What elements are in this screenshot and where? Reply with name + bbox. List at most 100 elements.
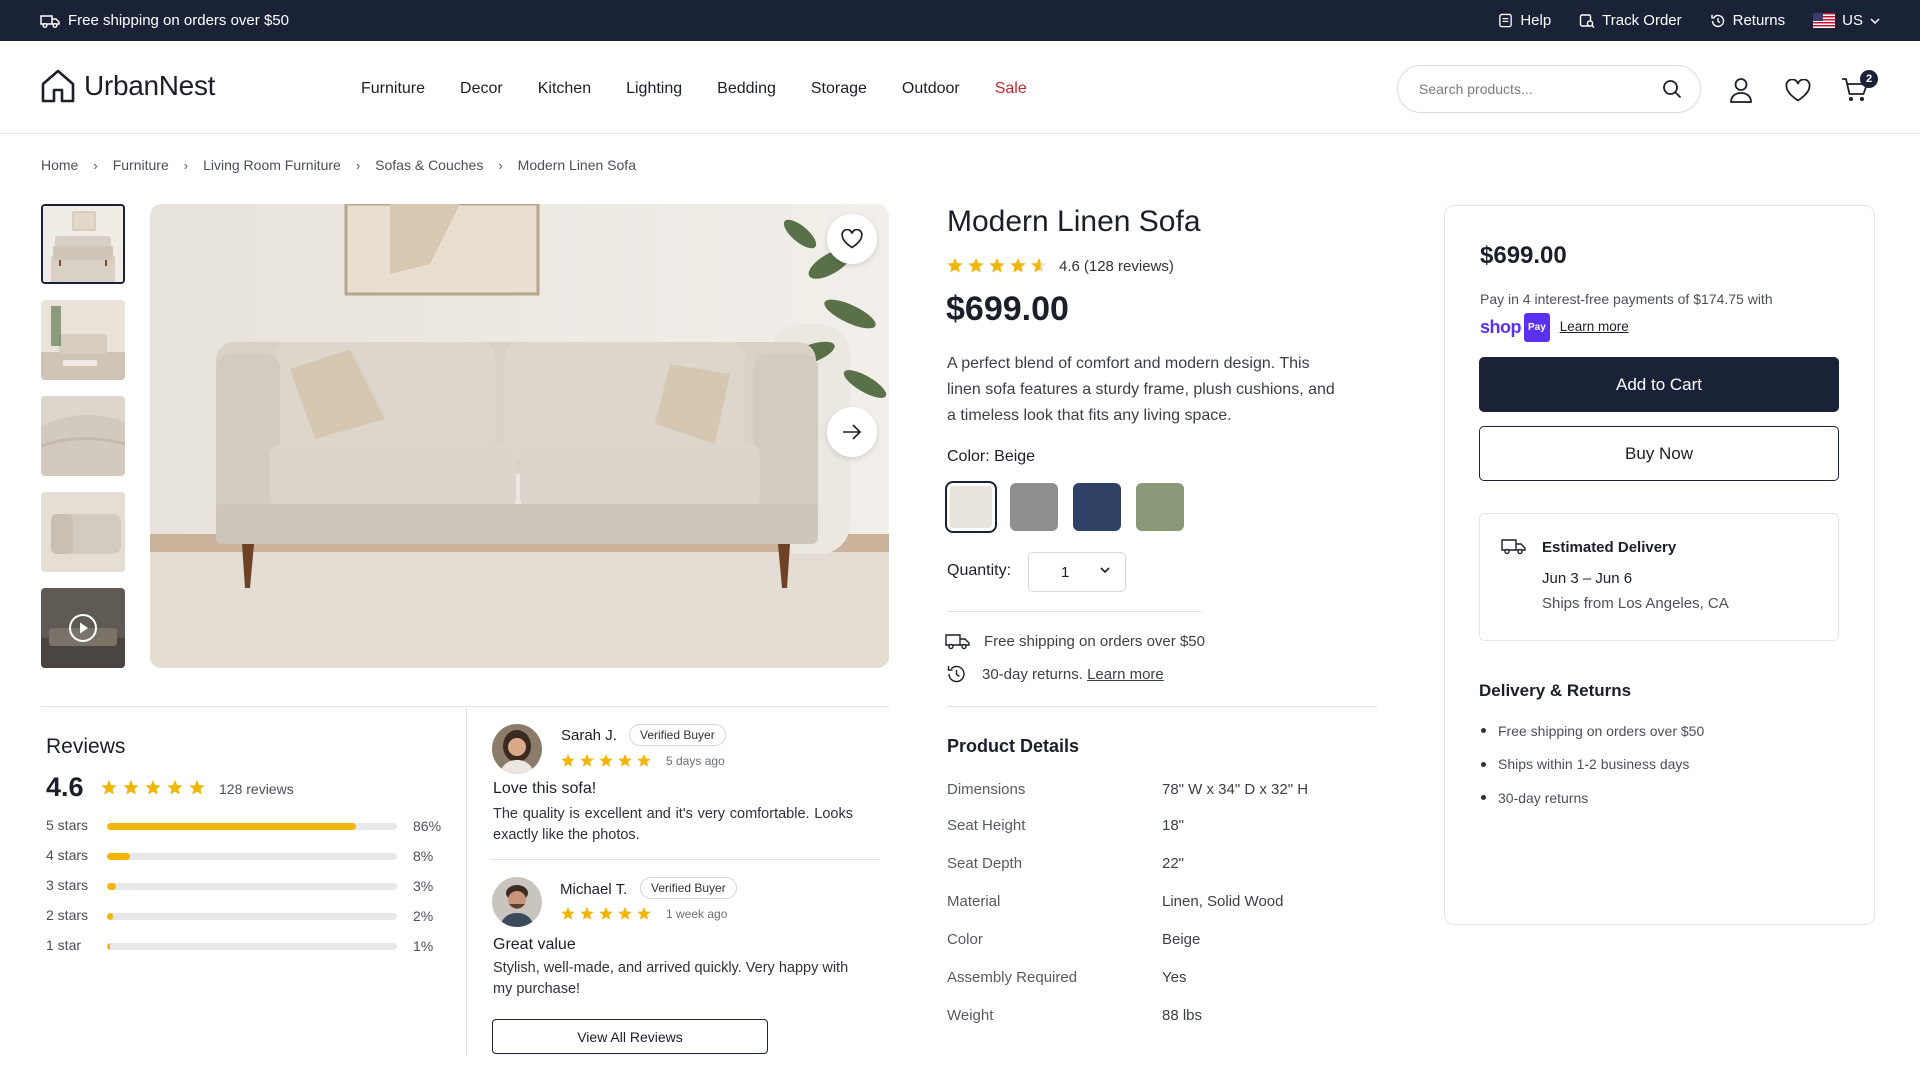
reviews-count: 128 reviews (219, 781, 294, 797)
shop-pay-logo: shop Pay (1480, 313, 1550, 342)
swatch-sage[interactable] (1136, 483, 1184, 531)
add-to-cart-button[interactable]: Add to Cart (1479, 357, 1839, 412)
distribution-bar (107, 913, 397, 920)
star-filled-icon (618, 754, 632, 767)
chevron-right-icon: › (183, 157, 189, 173)
swatch-navy[interactable] (1073, 483, 1121, 531)
list-item-text: Ships within 1-2 business days (1498, 756, 1690, 773)
star-rating-icon (561, 907, 651, 920)
list-item-text: 30-day returns (1498, 789, 1589, 806)
next-image-button[interactable] (827, 407, 877, 457)
help-icon (1499, 13, 1513, 28)
product-rating[interactable]: 4.6 (128 reviews) (947, 257, 1174, 275)
distribution-label: 2 stars (46, 907, 89, 923)
sofa-thumbnail-image (43, 206, 123, 282)
breadcrumb-home[interactable]: Home (41, 157, 78, 173)
package-search-icon (1579, 13, 1595, 28)
star-filled-icon (637, 907, 651, 920)
distribution-label: 3 stars (46, 877, 89, 893)
return-clock-icon (1710, 14, 1724, 27)
divider (490, 859, 880, 860)
help-label: Help (1520, 12, 1552, 29)
cart-count-badge: 2 (1860, 70, 1878, 88)
swatch-beige[interactable] (945, 481, 997, 533)
distribution-bar (107, 823, 397, 830)
distribution-fill (107, 913, 113, 920)
returns-link[interactable]: Returns (1710, 12, 1786, 29)
thumbnail-video[interactable] (41, 588, 125, 668)
main-product-image[interactable] (150, 204, 889, 668)
star-filled-icon (101, 780, 117, 795)
installments-text: Pay in 4 interest-free payments of $174.… (1480, 291, 1773, 307)
favorite-button[interactable] (827, 214, 877, 264)
living-room-thumbnail-image (41, 300, 125, 380)
chevron-right-icon: › (93, 157, 98, 173)
star-filled-icon (561, 754, 575, 767)
brand-logo[interactable]: UrbanNest (40, 68, 215, 104)
detail-label: Weight (947, 1007, 994, 1024)
star-filled-icon (167, 780, 183, 795)
wishlist-heart-icon[interactable] (1785, 79, 1811, 102)
help-link[interactable]: Help (1498, 12, 1551, 29)
chevron-down-icon (1870, 17, 1880, 24)
nav-kitchen[interactable]: Kitchen (538, 80, 591, 98)
nav-lighting[interactable]: Lighting (626, 80, 682, 98)
returns-learn-more-link[interactable]: Learn more (1087, 666, 1164, 683)
view-all-reviews-button[interactable]: View All Reviews (492, 1019, 768, 1054)
arrow-right-icon (843, 424, 862, 440)
distribution-fill (107, 943, 110, 950)
purchase-card: $699.00 Pay in 4 interest-free payments … (1444, 205, 1875, 925)
star-filled-icon (618, 907, 632, 920)
installments-info: Pay in 4 interest-free payments of $174.… (1480, 286, 1840, 342)
truck-icon (945, 634, 970, 650)
breadcrumb-furniture[interactable]: Furniture (113, 157, 169, 173)
promo-text: Free shipping on orders over $50 (68, 12, 289, 29)
installments-learn-more-link[interactable]: Learn more (1560, 319, 1629, 334)
reviews-average: 4.6 (46, 772, 84, 802)
thumbnail-2[interactable] (41, 300, 125, 380)
divider (466, 706, 467, 1056)
thumbnail-4[interactable] (41, 492, 125, 572)
color-label: Color: Beige (947, 448, 1035, 466)
delivery-dates: Jun 3 – Jun 6 (1542, 570, 1633, 587)
account-icon[interactable] (1729, 77, 1753, 103)
nav-sale[interactable]: Sale (995, 80, 1027, 98)
breadcrumb-living-room[interactable]: Living Room Furniture (203, 157, 341, 173)
region-selector[interactable]: US (1813, 12, 1880, 29)
distribution-percent: 1% (413, 938, 434, 954)
buy-now-button[interactable]: Buy Now (1479, 426, 1839, 481)
product-details-title: Product Details (947, 736, 1080, 756)
main-nav: Furniture Decor Kitchen Lighting Bedding… (361, 80, 1027, 98)
star-filled-icon (637, 754, 651, 767)
star-filled-icon (1010, 258, 1026, 273)
card-price: $699.00 (1480, 242, 1567, 269)
nav-decor[interactable]: Decor (460, 80, 503, 98)
review-count: (128 reviews) (1083, 257, 1174, 275)
search-bar (1397, 65, 1701, 113)
nav-bedding[interactable]: Bedding (717, 80, 776, 98)
quantity-select[interactable]: 1 (1028, 552, 1126, 592)
thumbnail-1[interactable] (41, 204, 125, 284)
search-icon[interactable] (1662, 79, 1682, 99)
chevron-down-icon (1100, 567, 1110, 574)
returns-label: Returns (1732, 12, 1786, 29)
search-input[interactable] (1419, 81, 1649, 97)
nav-furniture[interactable]: Furniture (361, 80, 425, 98)
distribution-bar (107, 943, 397, 950)
shop-pay-badge: Pay (1524, 313, 1550, 342)
distribution-bar (107, 883, 397, 890)
breadcrumb-sofas[interactable]: Sofas & Couches (375, 157, 483, 173)
thumbnail-3[interactable] (41, 396, 125, 476)
distribution-fill (107, 883, 116, 890)
nav-storage[interactable]: Storage (811, 80, 867, 98)
distribution-label: 4 stars (46, 847, 89, 863)
star-filled-icon (561, 907, 575, 920)
track-order-link[interactable]: Track Order (1579, 12, 1682, 29)
nav-outdoor[interactable]: Outdoor (902, 80, 960, 98)
star-rating-icon (101, 780, 205, 795)
star-filled-icon (580, 907, 594, 920)
detail-label: Seat Depth (947, 855, 1023, 872)
verified-badge: Verified Buyer (640, 877, 737, 899)
swatch-gray[interactable] (1010, 483, 1058, 531)
delivery-returns-title: Delivery & Returns (1479, 681, 1632, 700)
